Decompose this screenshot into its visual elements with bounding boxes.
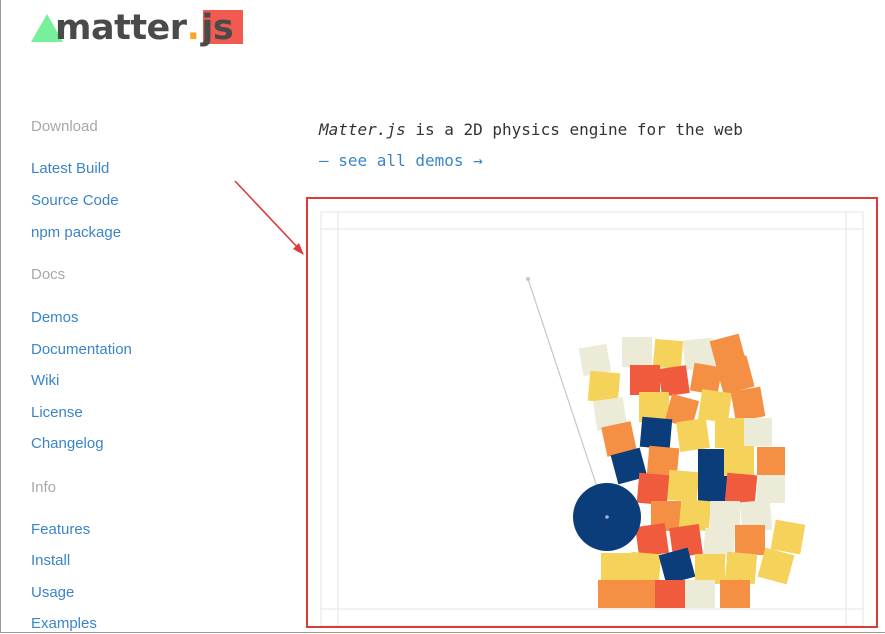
stack-box [635, 523, 669, 557]
stack-box [770, 519, 806, 555]
stack-box [757, 447, 785, 475]
sidebar-link-examples[interactable]: Examples [31, 614, 97, 634]
sidebar-heading-docs: Docs [31, 266, 66, 283]
sidebar-link-install[interactable]: Install [31, 551, 70, 571]
stack-box [628, 551, 662, 585]
stack-box [630, 365, 660, 395]
stack-box [622, 337, 652, 367]
stack-box [724, 446, 754, 476]
logo-dot: . [186, 8, 200, 48]
sidebar-link-demos[interactable]: Demos [31, 308, 79, 328]
sidebar-link-latest-build[interactable]: Latest Build [31, 159, 109, 179]
stack-box [685, 580, 715, 608]
pendulum-pin [605, 515, 609, 519]
stack-box [636, 472, 670, 506]
stack-box [601, 553, 631, 583]
sidebar-link-features[interactable]: Features [31, 520, 90, 540]
sidebar-link-source-code[interactable]: Source Code [31, 191, 119, 211]
sidebar-heading-download: Download [31, 118, 98, 135]
stack-box [598, 580, 628, 608]
pendulum-anchor [526, 277, 530, 281]
intro-text: Matter.js is a 2D physics engine for the… [319, 118, 743, 142]
stack-box [724, 551, 758, 585]
stack-box [735, 525, 765, 555]
stack-box [652, 338, 684, 370]
stack-box [666, 469, 700, 503]
sidebar-heading-info: Info [31, 479, 57, 496]
logo-word: matter [55, 8, 187, 48]
sidebar-link-npm-package[interactable]: npm package [31, 223, 121, 243]
intro-rest: is a 2D physics engine for the web [405, 120, 743, 139]
logo-wordmark: matter.js [55, 4, 244, 52]
logo-js: js [199, 4, 244, 52]
see-all-demos-link[interactable]: — see all demos → [319, 149, 483, 173]
stack-box [744, 418, 772, 446]
stack-box [698, 389, 732, 423]
stack-box [698, 449, 728, 505]
sidebar-link-documentation[interactable]: Documentation [31, 340, 132, 360]
intro-emphasis: Matter.js [319, 120, 406, 139]
stack-box [757, 475, 785, 503]
stack-box [639, 416, 673, 450]
sidebar-link-license[interactable]: License [31, 403, 83, 423]
physics-demo-canvas[interactable] [306, 197, 878, 628]
sidebar-link-usage[interactable]: Usage [31, 583, 74, 603]
left-wall [320, 211, 339, 626]
top-wall [320, 211, 864, 230]
stack-box [715, 418, 745, 448]
stack-box [724, 472, 758, 506]
annotation-arrow-icon [234, 180, 304, 255]
stack-box [655, 580, 685, 608]
stack-box [695, 554, 725, 584]
stack-box [730, 386, 766, 422]
sidebar-link-wiki[interactable]: Wiki [31, 371, 59, 391]
stack-box [676, 418, 710, 452]
ground-wall [320, 608, 864, 626]
stack-box [720, 580, 750, 608]
right-wall [845, 211, 864, 626]
stack-box [626, 580, 656, 608]
sidebar-link-changelog[interactable]: Changelog [31, 434, 104, 454]
demo-scene[interactable] [308, 199, 876, 626]
